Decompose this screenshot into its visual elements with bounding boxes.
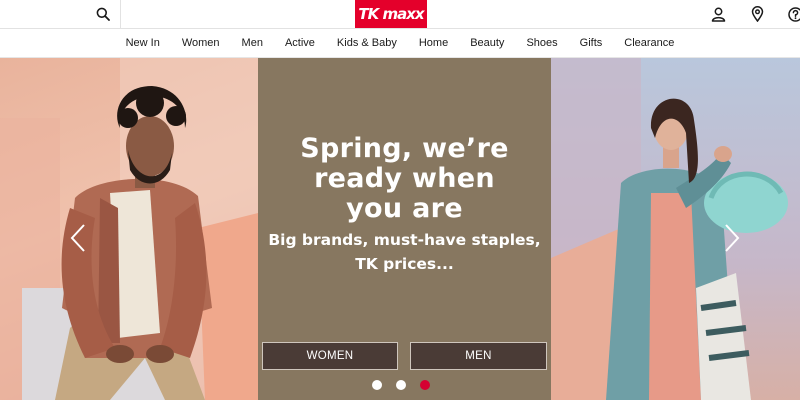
hero-headline-line: ready when (314, 163, 495, 194)
nav-item-new-in[interactable]: New In (115, 37, 171, 49)
hero-headline: Spring, we’re ready when you are (258, 134, 551, 224)
nav-item-women[interactable]: Women (171, 37, 231, 49)
logo-text: TK maxx (358, 5, 424, 23)
carousel-dot-3[interactable] (420, 380, 430, 390)
carousel-pagination (372, 380, 430, 390)
hero-image-men[interactable] (0, 58, 258, 400)
shop-women-button[interactable]: WOMEN (262, 342, 398, 370)
hero-headline-line: Spring, we’re (300, 133, 509, 164)
nav-item-active[interactable]: Active (274, 37, 326, 49)
help-button[interactable] (783, 0, 800, 28)
tk-maxx-logo[interactable]: TK maxx (355, 0, 427, 28)
hero-subheadline-line: Big brands, must-have staples, (268, 231, 541, 249)
nav-item-gifts[interactable]: Gifts (569, 37, 614, 49)
hero-image-women[interactable] (551, 58, 800, 400)
account-button[interactable] (706, 0, 730, 28)
chevron-left-icon (70, 224, 85, 252)
carousel-prev-button[interactable] (66, 220, 90, 256)
nav-item-shoes[interactable]: Shoes (515, 37, 568, 49)
hero-headline-line: you are (346, 193, 463, 224)
carousel-next-button[interactable] (720, 220, 744, 256)
hero-subheadline: Big brands, must-have staples, TK prices… (268, 228, 541, 276)
chevron-right-icon (725, 224, 740, 252)
main-nav: New In Women Men Active Kids & Baby Home… (0, 29, 800, 58)
hero-subheadline-line: TK prices... (355, 255, 454, 273)
site-header: TK maxx (0, 0, 800, 29)
shop-men-button[interactable]: MEN (410, 342, 547, 370)
hero-carousel: Spring, we’re ready when you are Big bra… (0, 58, 800, 400)
location-icon (751, 6, 763, 22)
woman-model-illustration (551, 58, 788, 400)
nav-item-men[interactable]: Men (231, 37, 274, 49)
carousel-dot-1[interactable] (372, 380, 382, 390)
search-icon (96, 7, 110, 21)
nav-item-home[interactable]: Home (408, 37, 459, 49)
search-button[interactable] (88, 0, 118, 28)
header-divider (120, 0, 121, 28)
store-locator-button[interactable] (745, 0, 769, 28)
help-icon (787, 6, 800, 22)
man-model-illustration (0, 58, 258, 400)
nav-item-clearance[interactable]: Clearance (613, 37, 685, 49)
account-icon (711, 7, 725, 22)
carousel-dot-2[interactable] (396, 380, 406, 390)
nav-item-kids-baby[interactable]: Kids & Baby (326, 37, 408, 49)
nav-item-beauty[interactable]: Beauty (459, 37, 515, 49)
